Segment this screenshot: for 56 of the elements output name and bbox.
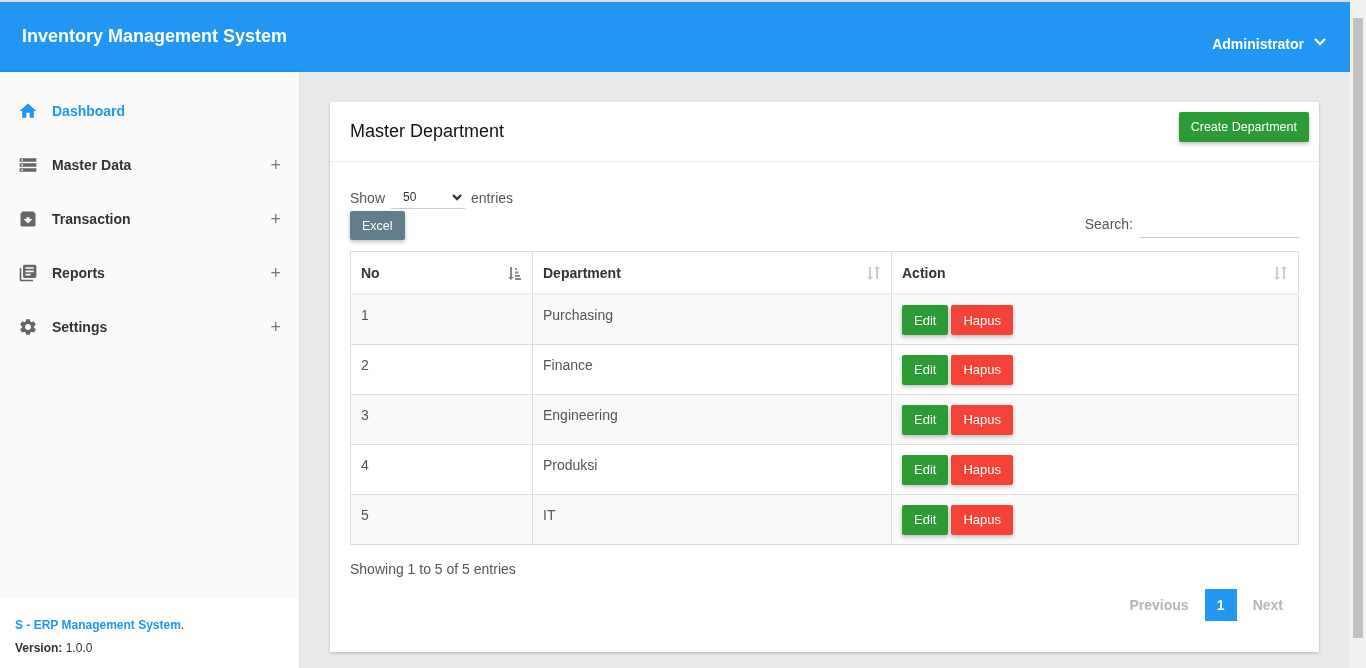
create-department-button[interactable]: Create Department [1178, 112, 1309, 142]
sort-icon[interactable] [865, 264, 881, 281]
table-cell: Engineering [532, 394, 892, 444]
user-menu[interactable]: Administrator [1212, 36, 1328, 72]
footer-link[interactable]: S - ERP Management System [15, 618, 181, 632]
storage-icon [18, 155, 38, 175]
delete-button[interactable]: Hapus [951, 454, 1013, 485]
expand-icon[interactable]: + [270, 154, 281, 176]
table-cell: 2 [350, 344, 533, 394]
expand-icon[interactable]: + [270, 262, 281, 284]
archive-icon [18, 209, 38, 229]
column-header[interactable]: No [361, 264, 380, 281]
excel-button[interactable]: Excel [350, 211, 405, 240]
sidebar-item[interactable]: Master Data + [0, 138, 299, 192]
column-header[interactable]: Action [902, 264, 946, 281]
chevron-down-icon [451, 191, 464, 203]
show-label: Show [350, 189, 386, 206]
sidebar-item[interactable]: Settings + [0, 300, 299, 354]
sidebar-item[interactable]: Transaction + [0, 192, 299, 246]
app-title: Inventory Management System [22, 26, 288, 48]
delete-button[interactable]: Hapus [951, 305, 1013, 335]
sidebar-item[interactable]: Reports + [0, 246, 299, 300]
entries-select[interactable]: 50 [391, 186, 466, 209]
card-title: Master Department [350, 121, 505, 142]
table-cell: Produksi [532, 444, 892, 494]
entries-label: entries [471, 189, 514, 206]
delete-button[interactable]: Hapus [951, 504, 1013, 535]
library-icon [18, 263, 38, 283]
edit-button[interactable]: Edit [902, 454, 949, 485]
column-header[interactable]: Department [543, 264, 621, 281]
sidebar-item[interactable]: Dashboard [0, 84, 299, 138]
footer-period: . [180, 618, 185, 632]
gear-icon [18, 317, 38, 337]
sort-ascending-icon[interactable] [506, 264, 522, 281]
home-icon [18, 101, 38, 121]
table-cell: Purchasing [532, 294, 892, 344]
delete-button[interactable]: Hapus [951, 354, 1013, 385]
page-link[interactable]: 1 [1204, 588, 1237, 621]
table-cell: 4 [350, 444, 533, 494]
table-cell: IT [532, 494, 892, 544]
table-cell: Finance [532, 344, 892, 394]
search-label: Search: [1084, 215, 1133, 232]
table-cell: 3 [350, 394, 533, 444]
sort-icon[interactable] [1272, 264, 1288, 281]
version-text: Version: 1.0.0 [15, 640, 94, 657]
scrollbar-thumb[interactable] [1353, 18, 1363, 638]
delete-button[interactable]: Hapus [951, 404, 1013, 435]
table-cell: 1 [350, 294, 533, 344]
edit-button[interactable]: Edit [902, 305, 949, 335]
table-info: Showing 1 to 5 of 5 entries [350, 560, 517, 577]
expand-icon[interactable]: + [270, 316, 281, 338]
table-cell: 5 [350, 494, 533, 544]
edit-button[interactable]: Edit [902, 504, 949, 535]
edit-button[interactable]: Edit [902, 354, 949, 385]
expand-icon[interactable]: + [270, 208, 281, 230]
edit-button[interactable]: Edit [902, 404, 949, 435]
